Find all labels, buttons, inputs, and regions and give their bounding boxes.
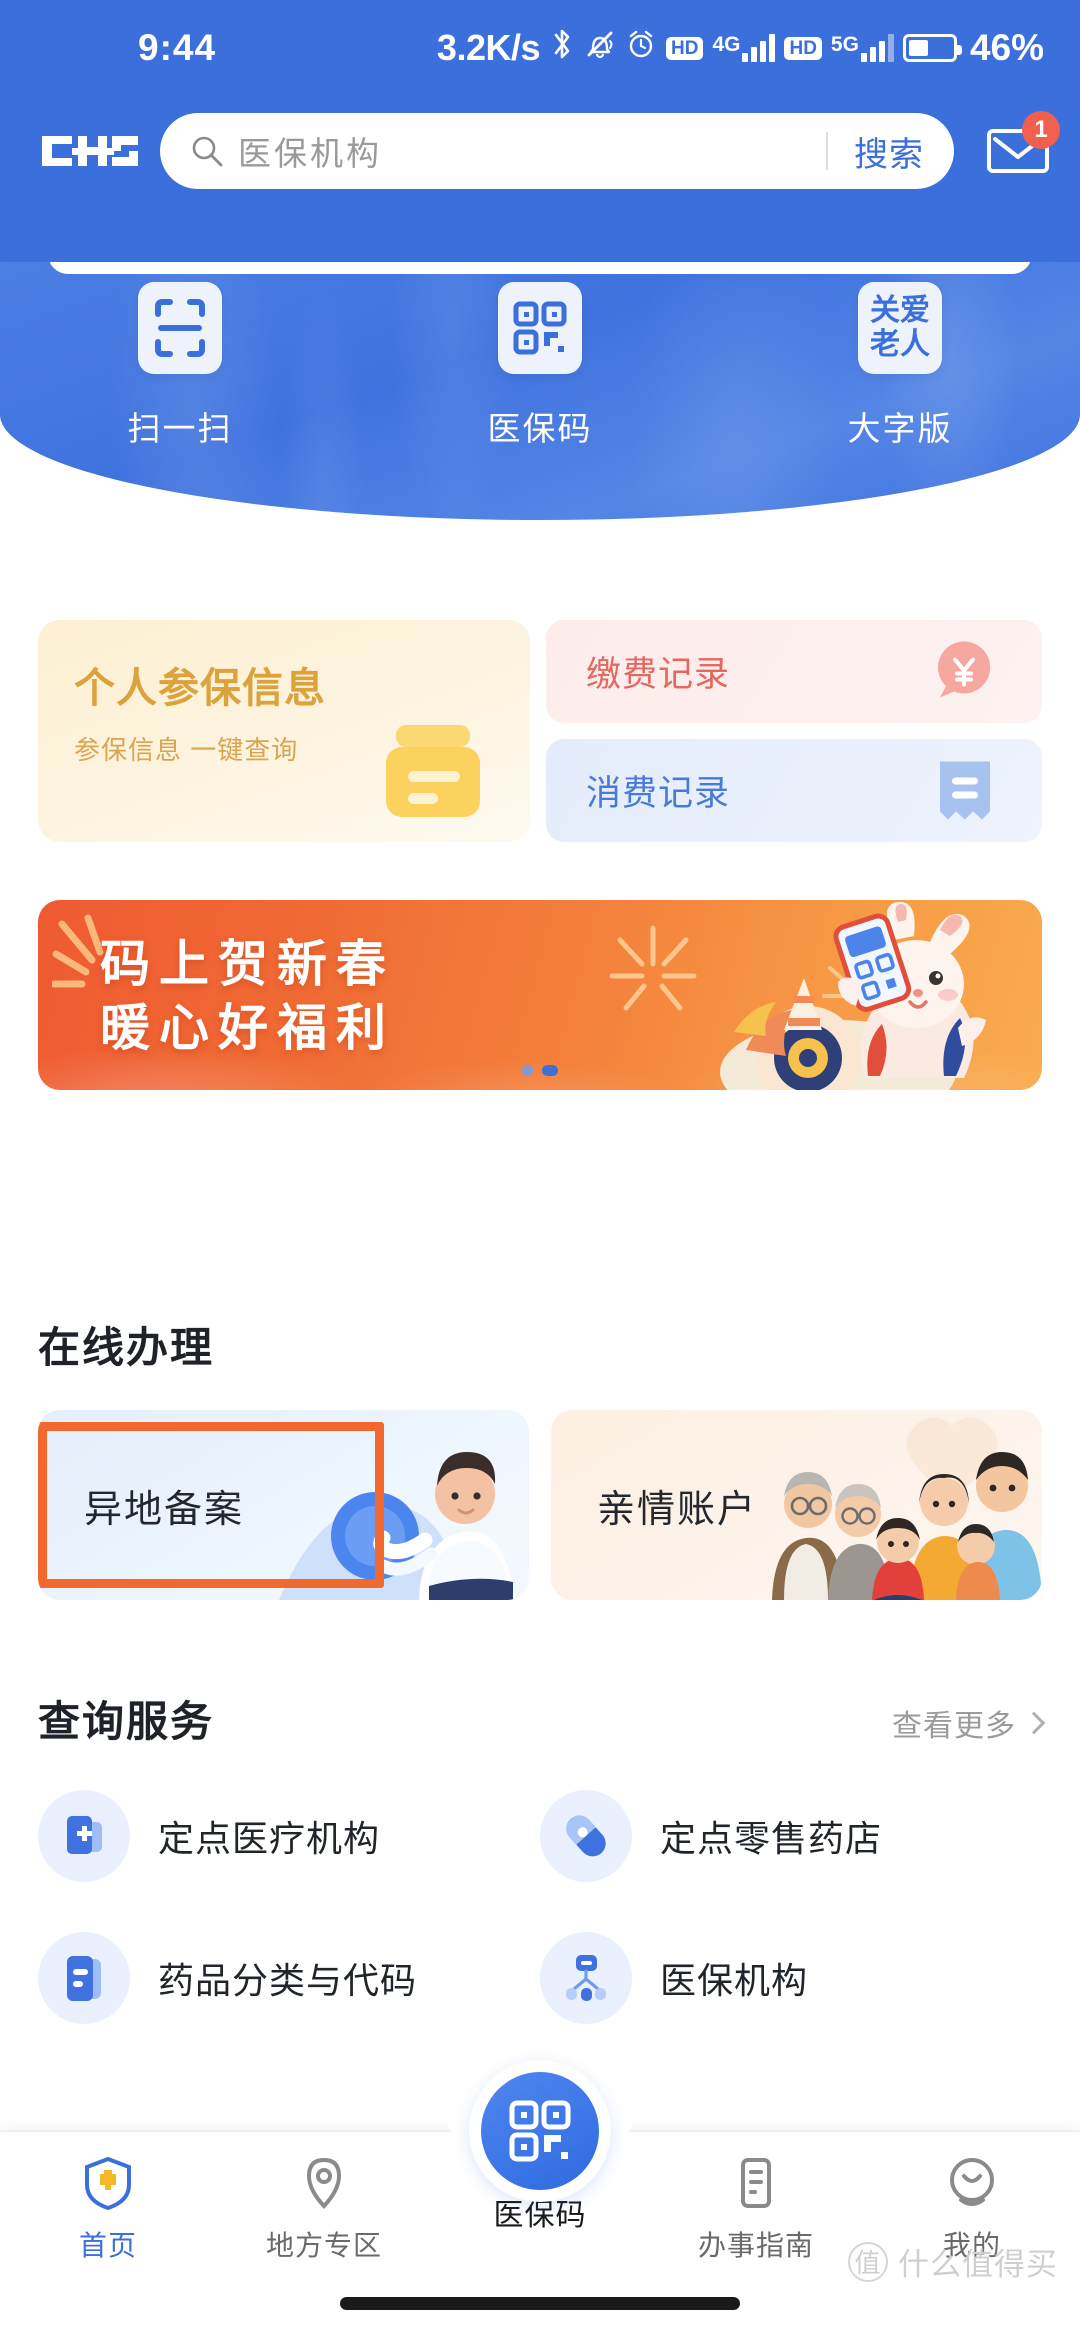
query-item-label: 医保机构 bbox=[660, 1960, 809, 2001]
query-service-grid: 定点医疗机构 定点零售药店 药品分类与代码 医保机构 bbox=[38, 1790, 1042, 2024]
query-item-pharmacies[interactable]: 定点零售药店 bbox=[540, 1790, 1042, 1882]
quick-actions-row: 扫一扫 医保码 关爱 老人 大字版 bbox=[0, 282, 1080, 450]
location-pin-icon bbox=[301, 2156, 347, 2210]
banner-dot-active[interactable] bbox=[542, 1065, 558, 1076]
qr-code-icon bbox=[509, 2100, 571, 2162]
mail-button[interactable]: 1 bbox=[980, 111, 1060, 189]
watermark-badge: 值 bbox=[848, 2241, 888, 2282]
document-lines-icon bbox=[733, 2156, 779, 2210]
view-more-button[interactable]: 查看更多 bbox=[892, 1701, 1046, 1745]
quick-action-large-font[interactable]: 关爱 老人 大字版 bbox=[720, 282, 1080, 450]
man-holding-globe-illustration bbox=[279, 1452, 515, 1600]
section-title: 查询服务 bbox=[38, 1698, 215, 1745]
user-smiley-icon bbox=[947, 2156, 997, 2210]
quick-action-insurance-code[interactable]: 医保码 bbox=[360, 282, 720, 450]
tab-label: 办事指南 bbox=[697, 2230, 814, 2261]
online-service-remote-registration[interactable]: 异地备案 bbox=[38, 1410, 529, 1600]
view-more-label: 查看更多 bbox=[892, 1710, 1016, 1743]
banner-line-1: 码上贺新春 bbox=[100, 936, 395, 992]
service-card-label: 亲情账户 bbox=[597, 1488, 758, 1531]
mail-badge-count: 1 bbox=[1022, 111, 1060, 149]
query-item-drug-catalog[interactable]: 药品分类与代码 bbox=[38, 1932, 540, 2024]
tab-center-qr-button[interactable] bbox=[469, 2060, 611, 2202]
chs-logo bbox=[38, 128, 142, 174]
tab-guide[interactable]: 办事指南 bbox=[648, 2130, 864, 2290]
org-tree-icon bbox=[540, 1932, 632, 2024]
search-icon bbox=[190, 134, 224, 168]
alarm-icon bbox=[625, 27, 657, 70]
promo-banner[interactable]: 码上贺新春 暖心好福利 bbox=[38, 900, 1042, 1090]
banner-pagination-dots[interactable] bbox=[522, 1065, 558, 1076]
hospital-cross-icon bbox=[38, 1790, 130, 1882]
query-item-label: 定点医疗机构 bbox=[158, 1818, 381, 1859]
insurance-card-icon bbox=[374, 711, 486, 828]
tab-local-zone[interactable]: 地方专区 bbox=[216, 2130, 432, 2290]
hd-icon-sim2: HD bbox=[784, 36, 822, 60]
quick-action-label: 大字版 bbox=[847, 410, 953, 447]
card-title: 个人参保信息 bbox=[74, 665, 326, 711]
receipt-icon bbox=[934, 755, 996, 826]
search-bar[interactable]: 医保机构 搜索 bbox=[160, 113, 954, 189]
battery-icon bbox=[902, 34, 962, 62]
watermark-text: 什么值得买 bbox=[898, 2247, 1058, 2282]
secondary-cards: 缴费记录 消费记录 bbox=[546, 620, 1042, 842]
card-title: 缴费记录 bbox=[586, 655, 731, 694]
status-time: 9:44 bbox=[138, 27, 217, 68]
signal-icon-sim2: 5G bbox=[831, 34, 894, 62]
quick-action-scan[interactable]: 扫一扫 bbox=[0, 282, 360, 450]
card-title: 消费记录 bbox=[586, 774, 731, 813]
query-item-insurance-orgs[interactable]: 医保机构 bbox=[540, 1932, 1042, 2024]
quick-action-label: 医保码 bbox=[487, 410, 593, 447]
tab-label: 首页 bbox=[78, 2230, 137, 2261]
network-speed-text: 3.2K/s bbox=[436, 27, 541, 68]
banner-line-2: 暖心好福利 bbox=[100, 1000, 395, 1056]
quick-action-label: 扫一扫 bbox=[127, 410, 233, 447]
scan-frame-icon bbox=[138, 282, 222, 374]
elder-care-line2: 老人 bbox=[870, 328, 930, 361]
tab-label: 地方专区 bbox=[265, 2230, 382, 2261]
sim1-network-label: 4G bbox=[712, 33, 741, 56]
hd-icon-sim1: HD bbox=[666, 36, 704, 60]
signal-icon-sim1: 4G bbox=[712, 33, 776, 62]
new-year-rabbit-illustration bbox=[720, 901, 986, 1090]
drug-catalog-icon bbox=[38, 1932, 130, 2024]
banner-text: 码上贺新春 暖心好福利 bbox=[100, 932, 395, 1060]
elder-care-icon: 关爱 老人 bbox=[858, 282, 942, 374]
consumption-records-card[interactable]: 消费记录 bbox=[546, 739, 1042, 842]
family-illustration bbox=[772, 1417, 1042, 1600]
search-input[interactable]: 医保机构 bbox=[238, 127, 826, 175]
query-item-label: 定点零售药店 bbox=[660, 1818, 883, 1859]
elder-care-line1: 关爱 bbox=[870, 294, 930, 328]
personal-insurance-card[interactable]: 个人参保信息 参保信息 一键查询 bbox=[38, 620, 530, 842]
bottom-tab-bar: 首页 地方专区 医保码 bbox=[0, 2060, 1080, 2340]
banner-dot[interactable] bbox=[522, 1065, 533, 1076]
battery-percent: 46% bbox=[969, 27, 1044, 68]
header-bar: 医保机构 搜索 1 bbox=[0, 96, 1080, 206]
watermark: 值 什么值得买 bbox=[848, 2239, 1058, 2284]
payment-records-card[interactable]: 缴费记录 bbox=[546, 620, 1042, 723]
qr-code-icon bbox=[498, 282, 582, 374]
bluetooth-icon bbox=[549, 27, 575, 70]
chevron-right-icon bbox=[1022, 1711, 1046, 1735]
online-section-header: 在线办理 bbox=[38, 1314, 1042, 1375]
app-header: 9:44 3.2K/s HD 4G HD 5G 46% 医保机构 搜索 1 bbox=[0, 0, 1080, 262]
info-cards-row: 个人参保信息 参保信息 一键查询 缴费记录 消费记录 bbox=[38, 620, 1042, 842]
sim2-network-label: 5G bbox=[830, 33, 859, 56]
online-service-family-account[interactable]: 亲情账户 bbox=[551, 1410, 1042, 1600]
search-button[interactable]: 搜索 bbox=[828, 127, 948, 176]
service-card-label: 异地备案 bbox=[84, 1488, 245, 1531]
status-bar: 9:44 3.2K/s HD 4G HD 5G 46% bbox=[0, 0, 1080, 96]
shield-plus-icon bbox=[83, 2156, 133, 2210]
status-icons: 3.2K/s HD 4G HD 5G 46% bbox=[437, 27, 1044, 70]
home-indicator bbox=[340, 2297, 740, 2310]
online-service-cards: 异地备案 亲情账户 bbox=[38, 1410, 1042, 1600]
query-section-header: 查询服务 查看更多 bbox=[38, 1688, 1046, 1749]
pill-capsule-icon bbox=[540, 1790, 632, 1882]
mute-vibrate-icon bbox=[584, 27, 616, 70]
yuan-bubble-icon bbox=[932, 637, 996, 706]
section-title: 在线办理 bbox=[38, 1324, 215, 1371]
query-item-hospitals[interactable]: 定点医疗机构 bbox=[38, 1790, 540, 1882]
query-item-label: 药品分类与代码 bbox=[158, 1960, 418, 2001]
tab-home[interactable]: 首页 bbox=[0, 2130, 216, 2290]
